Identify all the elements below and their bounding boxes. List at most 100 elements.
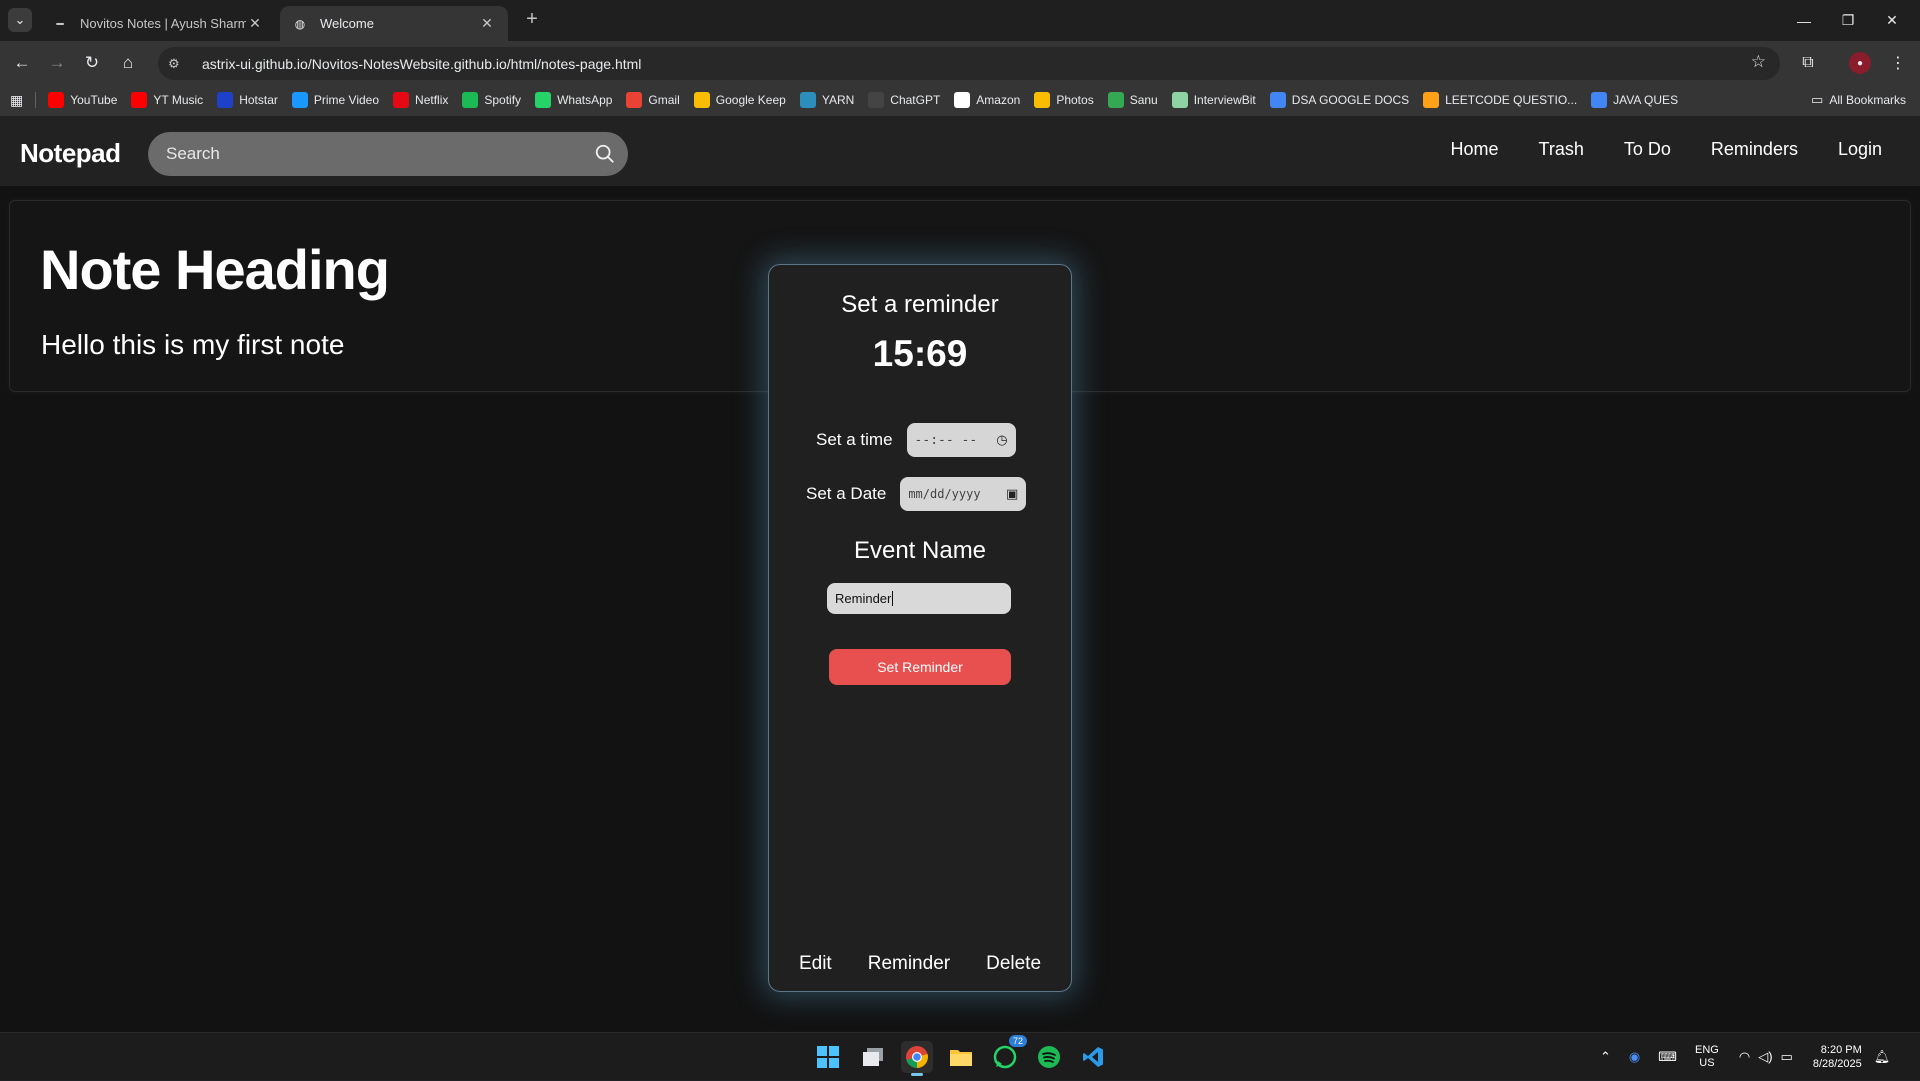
bookmark-label: Hotstar [239, 93, 278, 107]
set-reminder-button[interactable]: Set Reminder [829, 649, 1011, 685]
forward-arrow-icon[interactable]: → [43, 49, 71, 77]
system-tray: ⌃ ◉ ⌨ ENG US ◠ ◁) ▭ 8:20 PM 8/28/2025 🔔︎ [1600, 1033, 1890, 1081]
new-tab-button[interactable]: + [520, 8, 544, 32]
app-navbar: Notepad Search Home Trash To Do Reminder… [0, 116, 1920, 186]
spotify-taskbar-icon[interactable] [1033, 1041, 1065, 1073]
region-code: US [1699, 1057, 1715, 1069]
reload-icon[interactable]: ↻ [78, 49, 106, 77]
spotify-icon [1038, 1046, 1060, 1068]
bookmark-label: Netflix [415, 93, 449, 107]
bookmark-item[interactable]: Hotstar [217, 92, 278, 108]
nav-login[interactable]: Login [1838, 139, 1882, 160]
edit-button[interactable]: Edit [799, 953, 832, 975]
close-tab-icon[interactable]: ✕ [478, 15, 496, 32]
apps-grid-icon[interactable]: ▦ [10, 92, 23, 109]
bookmark-favicon-icon [131, 92, 148, 108]
nav-reminders[interactable]: Reminders [1711, 139, 1798, 160]
minimize-button[interactable]: — [1782, 0, 1826, 41]
bookmark-label: Gmail [648, 93, 680, 107]
search-icon[interactable] [594, 143, 616, 165]
bookmark-favicon-icon [1591, 92, 1608, 108]
nav-home[interactable]: Home [1451, 139, 1499, 160]
date-input[interactable]: mm/dd/yyyy ▣ [900, 477, 1027, 511]
address-bar[interactable]: ⚙ astrix-ui.github.io/Novitos-NotesWebsi… [158, 47, 1780, 80]
bookmark-item[interactable]: DSA GOOGLE DOCS [1269, 92, 1410, 108]
extensions-icon[interactable]: ⧉ [1794, 49, 1822, 77]
bookmark-item[interactable]: YARN [799, 92, 854, 108]
bookmark-favicon-icon [393, 92, 410, 108]
file-explorer-icon[interactable] [945, 1041, 977, 1073]
vscode-icon [1083, 1047, 1103, 1067]
windows-logo-icon [817, 1046, 839, 1068]
bookmark-favicon-icon [1107, 92, 1124, 108]
tab-welcome[interactable]: ◍ Welcome ✕ [280, 6, 508, 41]
wifi-icon[interactable]: ◠ [1739, 1049, 1750, 1065]
all-bookmarks-button[interactable]: ▭ All Bookmarks [1811, 92, 1906, 108]
back-arrow-icon[interactable]: ← [8, 49, 36, 77]
bookmark-item[interactable]: YouTube [48, 92, 117, 108]
browser-menu-icon[interactable]: ⋮ [1884, 49, 1912, 77]
bookmark-item[interactable]: Gmail [626, 92, 680, 108]
windows-start-icon[interactable] [812, 1041, 844, 1073]
bookmark-item[interactable]: Netflix [393, 92, 448, 108]
tray-app-icon[interactable]: ◉ [1629, 1049, 1640, 1065]
date-label: Set a Date [806, 484, 887, 503]
nav-trash[interactable]: Trash [1539, 139, 1584, 160]
bookmark-favicon-icon [626, 92, 643, 108]
time-value: --:-- -- [914, 432, 978, 448]
site-info-icon[interactable]: ⚙ [168, 56, 188, 72]
bookmark-item[interactable]: Prime Video [291, 92, 380, 108]
bookmark-item[interactable]: ChatGPT [868, 92, 940, 108]
profile-avatar[interactable]: ● [1849, 52, 1871, 74]
calendar-icon[interactable]: ▣ [1006, 487, 1018, 502]
tab-novitos-notes[interactable]: ━ Novitos Notes | Ayush Sharma ✕ [40, 6, 276, 41]
app-logo[interactable]: Notepad [20, 138, 121, 169]
bookmark-favicon-icon [954, 92, 971, 108]
clock-icon[interactable]: ◷ [996, 433, 1007, 448]
keyboard-icon[interactable]: ⌨ [1658, 1049, 1677, 1065]
bookmark-label: Amazon [976, 93, 1021, 107]
time-label: Set a time [816, 430, 893, 449]
close-tab-icon[interactable]: ✕ [246, 15, 264, 32]
bookmark-item[interactable]: YT Music [131, 92, 203, 108]
bookmark-label: DSA GOOGLE DOCS [1291, 93, 1410, 107]
close-window-button[interactable]: ✕ [1870, 0, 1914, 41]
home-icon[interactable]: ⌂ [114, 49, 142, 77]
volume-icon[interactable]: ◁) [1758, 1049, 1772, 1065]
notifications-icon[interactable]: 🔔︎ [1874, 1049, 1891, 1065]
battery-icon[interactable]: ▭ [1781, 1049, 1793, 1065]
bookmark-item[interactable]: LEETCODE QUESTIO... [1423, 92, 1577, 108]
event-name-input[interactable]: Reminder [827, 583, 1011, 614]
task-view-icon[interactable] [857, 1041, 889, 1073]
delete-button[interactable]: Delete [986, 953, 1041, 975]
chevron-up-icon[interactable]: ⌃ [1600, 1049, 1611, 1065]
bookmark-star-icon[interactable]: ☆ [1751, 52, 1766, 72]
bookmark-item[interactable]: JAVA QUES [1591, 92, 1678, 108]
search-input[interactable]: Search [148, 132, 628, 176]
time-input[interactable]: --:-- -- ◷ [906, 423, 1016, 457]
restore-button[interactable]: ❐ [1826, 0, 1870, 41]
reminder-modal: Set a reminder 15:69 Set a time --:-- --… [768, 264, 1072, 992]
tab-search-button[interactable]: ⌄ [8, 8, 32, 32]
text-caret [892, 591, 894, 606]
bookmark-item[interactable]: Spotify [462, 92, 521, 108]
bookmark-favicon-icon [462, 92, 479, 108]
date-value: mm/dd/yyyy [908, 487, 981, 501]
chrome-taskbar-icon[interactable] [901, 1041, 933, 1076]
bookmark-item[interactable]: Photos [1034, 92, 1094, 108]
reminder-title: Set a reminder [841, 291, 999, 318]
bookmark-item[interactable]: InterviewBit [1171, 92, 1256, 108]
language-indicator[interactable]: ENG US [1695, 1044, 1719, 1070]
clock[interactable]: 8:20 PM 8/28/2025 [1813, 1043, 1862, 1071]
nav-todo[interactable]: To Do [1624, 139, 1671, 160]
bookmark-item[interactable]: Google Keep [693, 92, 786, 108]
bookmark-label: Prime Video [313, 93, 380, 107]
bookmark-label: WhatsApp [557, 93, 613, 107]
bookmark-item[interactable]: Amazon [954, 92, 1020, 108]
page-viewport: Notepad Search Home Trash To Do Reminder… [0, 116, 1920, 1032]
bookmark-item[interactable]: WhatsApp [535, 92, 612, 108]
whatsapp-taskbar-icon[interactable]: 72 [989, 1035, 1027, 1073]
reminder-button[interactable]: Reminder [868, 953, 950, 975]
vscode-taskbar-icon[interactable] [1077, 1041, 1109, 1073]
bookmark-item[interactable]: Sanu [1107, 92, 1158, 108]
